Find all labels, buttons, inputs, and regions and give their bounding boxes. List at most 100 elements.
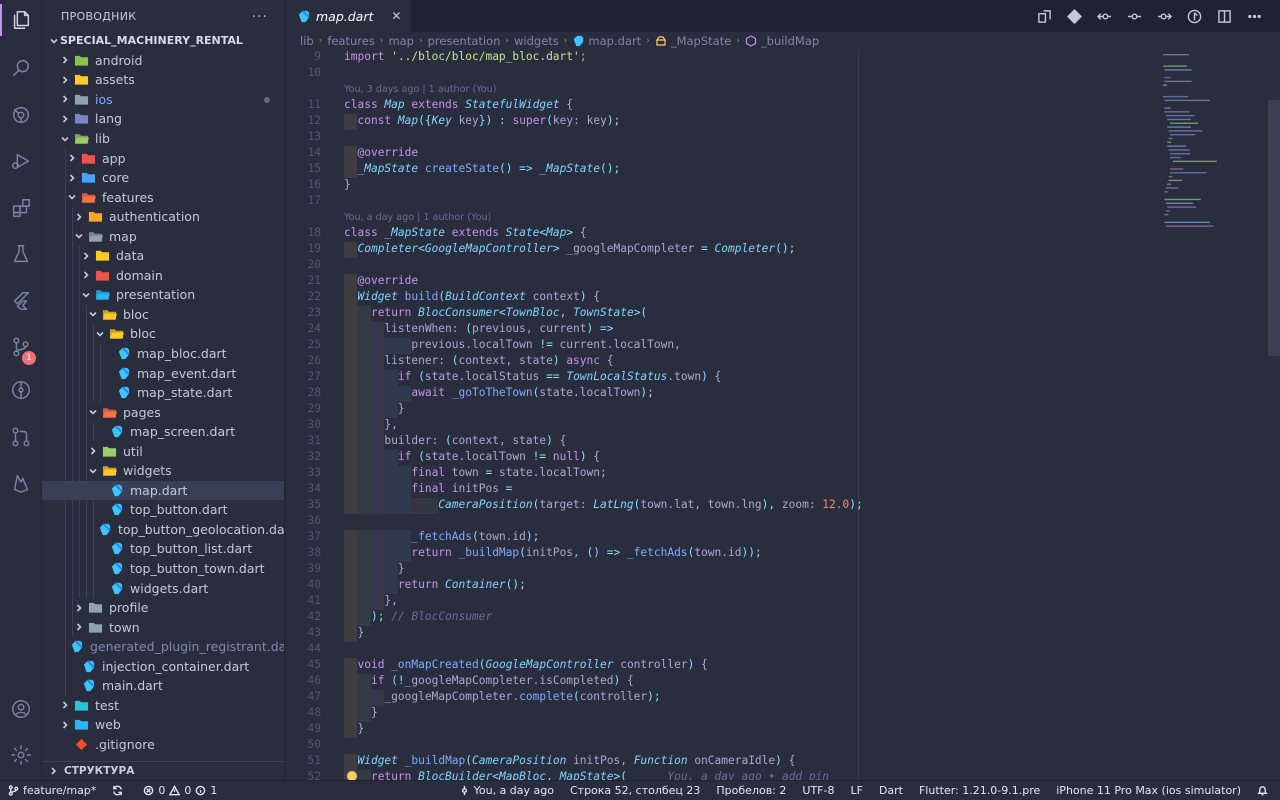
workspace-root[interactable]: SPECIAL_MACHINERY_RENTAL (42, 31, 284, 51)
tree-file[interactable]: widgets.dart (42, 578, 284, 598)
breadcrumb-item[interactable]: lib (300, 34, 314, 48)
tree-folder[interactable]: authentication (42, 206, 284, 227)
indentation[interactable]: Пробелов: 2 (708, 781, 794, 800)
tree-file[interactable]: map_event.dart (42, 363, 284, 383)
run-debug-icon[interactable] (0, 141, 42, 181)
code-token: createState (424, 162, 499, 175)
tree-folder[interactable]: widgets (42, 461, 284, 481)
code-token: ( (573, 690, 580, 703)
code-line: _googleMapCompleter.complete(controller)… (344, 690, 660, 703)
more-editor-actions-icon[interactable] (1244, 6, 1264, 26)
git-graph-icon[interactable] (0, 370, 42, 410)
tree-file[interactable]: map_screen.dart (42, 421, 284, 442)
tree-file[interactable]: map_state.dart (42, 382, 284, 403)
branch-indicator[interactable]: feature/map* (0, 781, 104, 800)
gitlens-icon[interactable] (0, 95, 42, 135)
settings-gear-icon[interactable] (0, 735, 42, 775)
tree-folder[interactable]: domain (42, 265, 284, 286)
tree-folder[interactable]: util (42, 441, 284, 462)
indent-guide (93, 558, 94, 579)
split-editor-icon[interactable] (1214, 6, 1234, 26)
breadcrumb-item[interactable]: map.dart (588, 34, 641, 48)
structure-label: СТРУКТУРА (64, 765, 135, 777)
tree-file[interactable]: top_button_list.dart (42, 539, 284, 559)
folder-icon (74, 54, 89, 67)
breadcrumb-item[interactable]: presentation (428, 34, 501, 48)
tree-file[interactable]: .gitignore (42, 735, 284, 755)
tree-folder[interactable]: map (42, 226, 284, 247)
tab-map-dart[interactable]: map.dart ✕ (285, 0, 412, 32)
open-changes-icon[interactable] (1034, 6, 1054, 26)
codelens-annotation[interactable]: You, a day ago | 1 author (You) (344, 212, 491, 223)
vertical-scrollbar[interactable] (1268, 100, 1280, 356)
explorer-icon[interactable] (0, 0, 42, 40)
tree-folder[interactable]: features (42, 187, 284, 207)
language-mode[interactable]: Dart (871, 781, 911, 800)
tree-folder[interactable]: android (42, 51, 284, 71)
flutter-icon[interactable] (0, 281, 42, 321)
search-icon[interactable] (0, 48, 42, 88)
tree-file[interactable]: injection_container.dart (42, 656, 284, 677)
accounts-icon[interactable] (0, 689, 42, 729)
tree-folder[interactable]: app (42, 148, 284, 168)
code-editor[interactable]: 9 import '../bloc/bloc/map_bloc.dart'; 10… (285, 50, 1280, 780)
minimap[interactable] (1158, 50, 1268, 230)
tree-file[interactable]: top_button.dart (42, 500, 284, 520)
firebase-icon[interactable] (0, 463, 42, 503)
tree-file[interactable]: map_bloc.dart (42, 343, 284, 364)
notifications-button[interactable] (1249, 781, 1280, 800)
tree-file[interactable]: map.dart (42, 480, 284, 501)
tree-file[interactable]: top_button_town.dart (42, 558, 284, 579)
tree-folder[interactable]: web (42, 715, 284, 735)
tree-folder[interactable]: lib (42, 129, 284, 149)
structure-section-header[interactable]: СТРУКТУРА (42, 761, 284, 780)
testing-flask-icon[interactable] (0, 234, 42, 274)
device-selector[interactable]: iPhone 11 Pro Max (ios simulator) (1048, 781, 1249, 800)
breadcrumb-item[interactable]: widgets (514, 34, 559, 48)
indent-guide (65, 421, 66, 442)
cursor-position[interactable]: Строка 52, столбец 23 (562, 781, 708, 800)
end-of-line[interactable]: LF (842, 781, 870, 800)
minimap-line (1170, 172, 1207, 174)
commit-dot-icon (461, 785, 467, 796)
tree-folder[interactable]: core (42, 167, 284, 188)
more-actions-icon[interactable]: ··· (252, 9, 268, 25)
tree-folder[interactable]: profile (42, 597, 284, 618)
tree-file[interactable]: generated_plugin_registrant.dart (42, 636, 284, 657)
breadcrumb-item[interactable]: map (388, 34, 414, 48)
pull-requests-icon[interactable] (0, 417, 42, 457)
extensions-icon[interactable] (0, 188, 42, 228)
commit-icon[interactable] (1124, 6, 1144, 26)
breadcrumb-item[interactable]: _buildMap (761, 34, 819, 48)
tree-file[interactable]: main.dart (42, 676, 284, 696)
tree-folder[interactable]: lang (42, 109, 284, 129)
breadcrumb-item[interactable]: features (327, 34, 375, 48)
code-token: ) (552, 354, 567, 367)
tree-folder[interactable]: assets (42, 70, 284, 90)
tree-folder[interactable]: ios (42, 90, 284, 110)
problems-indicator[interactable]: 0 0 1 (135, 781, 225, 800)
tree-folder[interactable]: bloc (42, 304, 284, 325)
git-diamond-icon[interactable] (1064, 6, 1084, 26)
previous-revision-icon[interactable] (1094, 6, 1114, 26)
tree-folder[interactable]: data (42, 246, 284, 266)
codelens-annotation[interactable]: You, 3 days ago | 1 author (You) (344, 84, 497, 95)
tree-folder[interactable]: pages (42, 402, 284, 422)
tree-file[interactable]: top_button_geolocation.dart (42, 519, 284, 540)
close-tab-icon[interactable]: ✕ (391, 9, 401, 23)
tree-folder[interactable]: town (42, 617, 284, 637)
toggle-blame-icon[interactable] (1184, 6, 1204, 26)
sync-button[interactable] (104, 781, 135, 800)
code-token: state.localTown; (498, 466, 607, 479)
breadcrumb-item[interactable]: _MapState (671, 34, 731, 48)
code-token: ; (579, 50, 594, 63)
encoding[interactable]: UTF-8 (794, 781, 842, 800)
chevron-right-icon (73, 604, 85, 612)
source-control-icon[interactable]: 1 (0, 327, 42, 367)
flutter-version[interactable]: Flutter: 1.21.0-9.1.pre (911, 781, 1048, 800)
next-revision-icon[interactable] (1154, 6, 1174, 26)
tree-folder[interactable]: presentation (42, 285, 284, 305)
tree-folder[interactable]: bloc (42, 324, 284, 344)
tree-folder[interactable]: test (42, 696, 284, 716)
blame-indicator[interactable]: You, a day ago (451, 781, 562, 800)
